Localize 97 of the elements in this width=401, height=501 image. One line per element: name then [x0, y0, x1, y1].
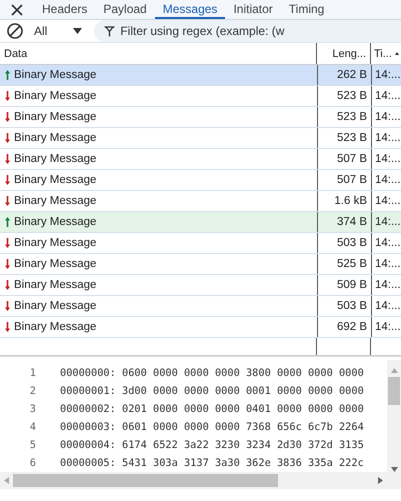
- message-data: Binary Message: [14, 132, 96, 144]
- message-row[interactable]: Binary Message 525 B 14:...: [0, 254, 401, 275]
- message-length: 509 B: [336, 279, 367, 291]
- hex-line: 00000002: 0201 0000 0000 0000 0401 0000 0000 0000: [60, 403, 364, 415]
- scroll-right-icon[interactable]: [378, 477, 383, 484]
- down-arrow-icon: [5, 259, 10, 269]
- message-time: 14:...: [375, 300, 401, 312]
- message-time: 14:...: [375, 258, 401, 270]
- message-row[interactable]: Binary Message 509 B 14:...: [0, 275, 401, 296]
- message-time: 14:...: [375, 111, 401, 123]
- dropdown-arrow-icon: [73, 28, 82, 34]
- tab[interactable]: Initiator: [225, 0, 281, 19]
- message-row[interactable]: Binary Message 523 B 14:...: [0, 128, 401, 149]
- hex-line: 00000004: 6174 6522 3a22 3230 3234 2d30 372d 3135: [60, 439, 364, 451]
- message-data: Binary Message: [14, 174, 96, 186]
- message-length: 374 B: [336, 216, 367, 228]
- message-time: 14:...: [375, 195, 401, 207]
- message-time: 14:...: [375, 279, 401, 291]
- message-row[interactable]: Binary Message 374 B 14:...: [0, 212, 401, 233]
- hex-line: 00000000: 0600 0000 0000 0000 3800 0000 0000 0000: [60, 367, 364, 379]
- line-number: 5: [28, 439, 37, 451]
- message-row[interactable]: Binary Message 507 B 14:...: [0, 149, 401, 170]
- message-time: 14:...: [375, 174, 401, 186]
- up-arrow-icon: [5, 217, 10, 227]
- message-length: 523 B: [336, 90, 367, 102]
- message-length: 525 B: [336, 258, 367, 270]
- message-data: Binary Message: [14, 216, 96, 228]
- message-length: 692 B: [336, 321, 367, 333]
- column-header[interactable]: Ti...: [371, 43, 401, 64]
- down-arrow-icon: [5, 322, 10, 332]
- message-data: Binary Message: [14, 69, 96, 81]
- message-time: 14:...: [375, 69, 401, 81]
- down-arrow-icon: [5, 154, 10, 164]
- message-length: 1.6 kB: [334, 195, 367, 207]
- close-icon: [11, 4, 23, 16]
- hex-line: 00000001: 3d00 0000 0000 0000 0001 0000 0000 0000: [60, 385, 364, 397]
- line-number: 4: [28, 421, 37, 433]
- message-row[interactable]: Binary Message 262 B 14:...: [0, 65, 401, 86]
- vertical-scrollbar[interactable]: [387, 360, 401, 472]
- message-data: Binary Message: [14, 153, 96, 165]
- message-data: Binary Message: [14, 279, 96, 291]
- filter-icon: [104, 26, 116, 37]
- message-length: 523 B: [336, 111, 367, 123]
- message-data: Binary Message: [14, 237, 96, 249]
- message-data: Binary Message: [14, 111, 96, 123]
- down-arrow-icon: [5, 91, 10, 101]
- down-arrow-icon: [5, 280, 10, 290]
- message-time: 14:...: [375, 321, 401, 333]
- clear-button[interactable]: [6, 22, 24, 40]
- hex-line: 00000003: 0601 0000 0000 0000 7368 656c 6c7b 2264: [60, 421, 364, 433]
- message-data: Binary Message: [14, 258, 96, 270]
- hex-line: 00000005: 5431 303a 3137 3a30 362e 3836 335a 222c: [60, 457, 364, 469]
- tab[interactable]: Headers: [34, 0, 96, 19]
- message-row[interactable]: Binary Message 503 B 14:...: [0, 296, 401, 317]
- tab[interactable]: Payload: [95, 0, 155, 19]
- down-arrow-icon: [5, 301, 10, 311]
- message-row[interactable]: Binary Message 692 B 14:...: [0, 317, 401, 338]
- scroll-up-icon[interactable]: [390, 368, 398, 373]
- message-length: 503 B: [336, 300, 367, 312]
- message-data: Binary Message: [14, 90, 96, 102]
- clear-icon: [6, 22, 24, 40]
- down-arrow-icon: [5, 133, 10, 143]
- scrollbar-thumb[interactable]: [388, 377, 400, 405]
- line-number: 1: [28, 367, 37, 379]
- horizontal-scrollbar[interactable]: [0, 472, 401, 489]
- message-length: 507 B: [336, 174, 367, 186]
- message-row[interactable]: Binary Message 507 B 14:...: [0, 170, 401, 191]
- filter-dropdown[interactable]: All: [28, 24, 90, 38]
- line-number: 2: [28, 385, 37, 397]
- message-length: 507 B: [336, 153, 367, 165]
- message-row[interactable]: Binary Message 523 B 14:...: [0, 86, 401, 107]
- column-header[interactable]: Data: [0, 43, 317, 64]
- down-arrow-icon: [5, 238, 10, 248]
- message-row[interactable]: Binary Message 503 B 14:...: [0, 233, 401, 254]
- message-row[interactable]: Binary Message 523 B 14:...: [0, 107, 401, 128]
- up-arrow-icon: [5, 70, 10, 80]
- column-header[interactable]: Leng...: [317, 43, 371, 64]
- message-data: Binary Message: [14, 300, 96, 312]
- scroll-left-icon[interactable]: [4, 477, 9, 484]
- message-length: 503 B: [336, 237, 367, 249]
- down-arrow-icon: [5, 112, 10, 122]
- message-length: 523 B: [336, 132, 367, 144]
- down-arrow-icon: [5, 175, 10, 185]
- message-time: 14:...: [375, 132, 401, 144]
- filter-field[interactable]: Filter using regex (example: (w: [94, 20, 401, 42]
- message-time: 14:...: [375, 216, 401, 228]
- scrollbar-thumb[interactable]: [13, 474, 278, 487]
- line-number: 6: [28, 457, 37, 469]
- line-number: 3: [28, 403, 37, 415]
- message-length: 262 B: [336, 69, 367, 81]
- message-time: 14:...: [375, 237, 401, 249]
- down-arrow-icon: [5, 196, 10, 206]
- message-time: 14:...: [375, 90, 401, 102]
- tab[interactable]: Timing: [280, 0, 332, 19]
- message-time: 14:...: [375, 153, 401, 165]
- message-data: Binary Message: [14, 321, 96, 333]
- message-data: Binary Message: [14, 195, 96, 207]
